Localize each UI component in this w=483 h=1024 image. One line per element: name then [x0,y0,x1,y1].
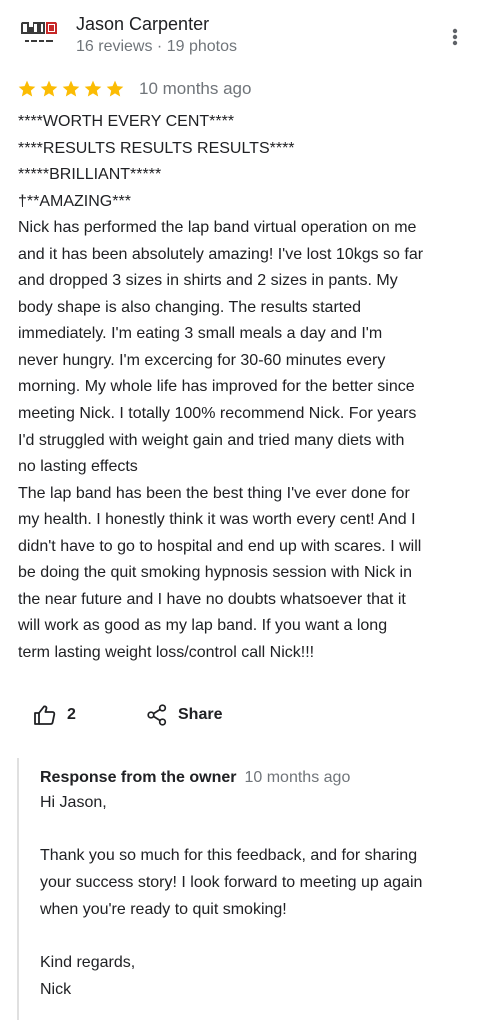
review-text-line: no lasting effects [18,458,138,476]
owner-response-header: Response from the owner 10 months ago [40,767,350,789]
reviewer-avatar[interactable] [17,14,61,58]
like-count: 2 [67,706,76,723]
star-icon [40,80,58,97]
review-text-line: ****WORTH EVERY CENT**** [18,113,235,130]
share-icon [147,704,167,726]
review-text-line: body shape is also changing. The results… [18,298,362,316]
review-text-line: †**AMAZING*** [18,192,131,210]
review-text-line: and it has been absolutely amazing! I've… [18,245,424,263]
owner-response-line [40,923,470,950]
like-button[interactable]: 2 [33,702,76,728]
more-options-button[interactable] [444,24,466,50]
star-icon [84,80,102,97]
share-button[interactable]: Share [147,702,222,728]
star-icon [62,80,80,97]
review-text-line: Nick has performed the lap band virtual … [18,219,417,237]
rating-row: 10 months ago [17,77,251,101]
review-text: ****WORTH EVERY CENT**** ****RESULTS RESU… [18,109,468,666]
review-text-line: I'd struggled with weight gain and tried… [18,431,405,449]
review-text-line: *****BRILLIANT***** [18,166,162,184]
share-label: Share [178,706,223,723]
review-text-line: never hungry. I'm excercing for 30-60 mi… [18,351,386,369]
owner-response-line: Hi Jason, [40,794,107,811]
review-text-line: meeting Nick. I totally 100% recommend N… [18,405,417,423]
owner-response-line: your success story! I look forward to me… [40,874,423,892]
owner-response-line: Nick [40,980,72,998]
star-icon [106,80,124,97]
star-icon [18,80,36,97]
review-date: 10 months ago [139,79,252,98]
owner-response-date: 10 months ago [244,769,351,786]
review-text-line: my health. I honestly think it was worth… [18,511,416,529]
reviewer-name[interactable]: Jason Carpenter [76,13,209,35]
owner-response-label: Response from the owner [40,769,237,786]
review-text-line: ****RESULTS RESULTS RESULTS**** [18,139,295,157]
thumbs-up-icon [34,705,56,725]
review-text-line: The lap band has been the best thing I'v… [18,484,410,502]
owner-response-line: when you're ready to quit smoking! [40,900,287,918]
review-text-line: immediately. I'm eating 3 small meals a … [18,325,383,343]
review-header: Jason Carpenter 16 reviews · 19 photos [0,0,483,66]
review-text-line: will work as good as my lap band. If you… [18,617,388,635]
review-text-line: didn't have to go to hospital and end up… [18,537,422,555]
review-text-line: term lasting weight loss/control call Ni… [18,643,315,661]
review-text-line: morning. My whole life has improved for … [18,378,415,396]
more-vert-icon [452,28,458,46]
owner-response-text: Hi Jason, Thank you so much for this feed… [40,790,470,1004]
owner-response-line [40,817,470,844]
review-text-line: the near future and I have no doubts wha… [18,590,406,608]
review-text-line: and dropped 3 sizes in shirts and 2 size… [18,272,398,290]
reviewer-stats: 16 reviews · 19 photos [76,38,237,55]
owner-response-line: Thank you so much for this feedback, and… [40,847,418,865]
owner-response-line: Kind regards, [40,954,136,972]
review-text-line: be doing the quit smoking hypnosis sessi… [18,564,412,582]
review-actions: 2 Share [0,698,483,732]
business-logo-avatar [17,14,61,58]
star-rating [17,79,127,99]
owner-response: Response from the owner 10 months ago Hi … [17,758,479,1020]
